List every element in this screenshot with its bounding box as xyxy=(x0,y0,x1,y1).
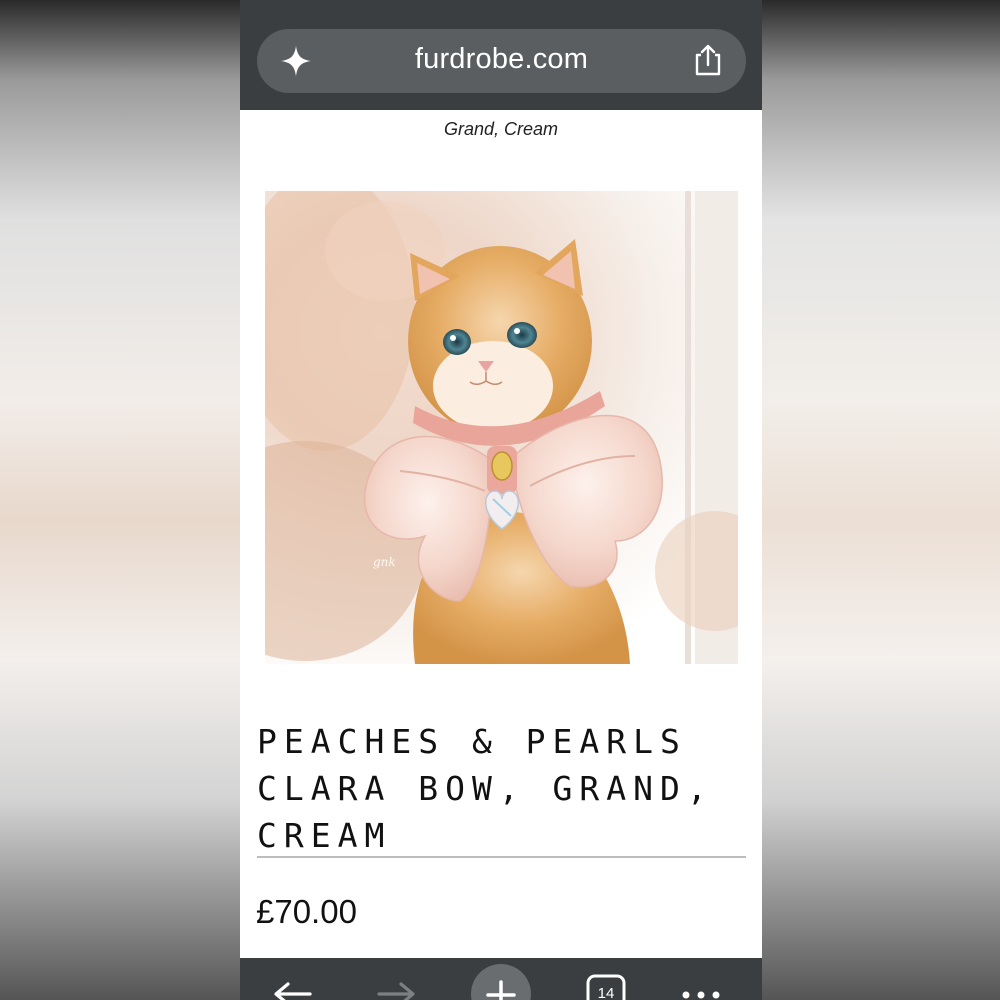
forward-arrow-icon[interactable] xyxy=(375,958,419,1000)
divider xyxy=(257,856,746,858)
share-icon[interactable] xyxy=(692,43,724,77)
new-tab-button[interactable] xyxy=(471,964,531,1000)
address-bar[interactable]: furdrobe.com xyxy=(257,29,746,93)
product-title-line: CREAM xyxy=(257,816,392,855)
background-blur-right xyxy=(760,0,1000,1000)
phone-screen: furdrobe.com Grand, Cream gnk PEACHES & … xyxy=(240,0,762,1000)
back-arrow-icon[interactable] xyxy=(270,958,314,1000)
product-price: £70.00 xyxy=(256,893,357,930)
product-photo[interactable]: gnk xyxy=(265,191,738,664)
svg-text:gnk: gnk xyxy=(373,555,396,569)
product-title: PEACHES & PEARLS CLARA BOW, GRAND, CREAM xyxy=(257,718,747,859)
background-blur-left xyxy=(0,0,240,1000)
more-dots-icon[interactable] xyxy=(678,958,724,1000)
product-title-line: PEACHES & PEARLS xyxy=(257,722,687,761)
browser-top-bar: furdrobe.com xyxy=(240,0,762,110)
variant-caption: Grand, Cream xyxy=(443,119,559,139)
cat-with-bow-illustration: gnk xyxy=(265,191,738,664)
url-text[interactable]: furdrobe.com xyxy=(257,43,746,76)
browser-bottom-toolbar: 14 xyxy=(240,958,762,1000)
tabs-count[interactable]: 14 xyxy=(588,985,624,1000)
product-title-line: CLARA BOW, GRAND, xyxy=(257,769,714,808)
plus-icon xyxy=(486,980,516,1000)
